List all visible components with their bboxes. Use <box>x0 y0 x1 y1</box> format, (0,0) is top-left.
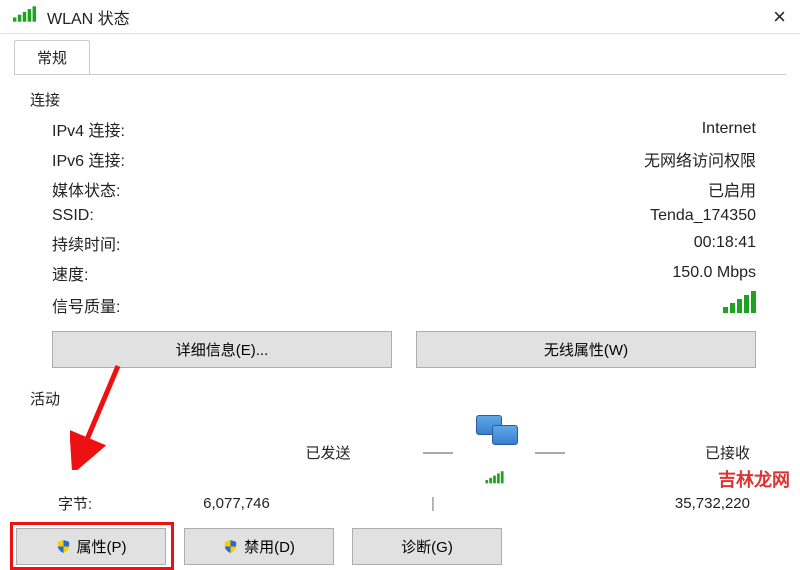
media-label: 媒体状态: <box>52 177 120 201</box>
diagnose-button[interactable]: 诊断(G) <box>352 528 502 565</box>
divider-icon: | <box>397 495 469 512</box>
wifi-icon <box>8 3 41 30</box>
wireless-properties-label: 无线属性(W) <box>544 339 628 360</box>
received-label: 已接收 <box>570 442 750 463</box>
bytes-received-value: 35,732,220 <box>509 495 750 512</box>
row-duration: 持续时间: 00:18:41 <box>52 228 756 258</box>
row-signal: 信号质量: <box>52 288 756 321</box>
bytes-sent-value: 6,077,746 <box>116 495 357 512</box>
tab-general[interactable]: 常规 <box>14 40 90 74</box>
row-ipv4: IPv4 连接: Internet <box>52 114 756 144</box>
shield-icon <box>223 539 238 554</box>
network-activity-icon <box>458 415 530 489</box>
tab-strip: 常规 <box>0 34 800 74</box>
tab-general-label: 常规 <box>37 50 67 67</box>
ssid-label: SSID: <box>52 207 94 225</box>
activity-section-title: 活动 <box>30 388 770 409</box>
speed-label: 速度: <box>52 261 88 285</box>
disable-button[interactable]: 禁用(D) <box>184 528 334 565</box>
activity-bytes-row: 字节: 6,077,746 | 35,732,220 <box>52 491 756 516</box>
speed-value: 150.0 Mbps <box>672 264 756 282</box>
connection-section-title: 连接 <box>30 89 770 110</box>
activity-header-row: 已发送 —— —— 已接收 <box>52 413 756 491</box>
title-bar: WLAN 状态 × <box>0 0 800 34</box>
ipv4-value: Internet <box>702 120 756 138</box>
details-button-label: 详细信息(E)... <box>176 339 269 360</box>
diagnose-button-label: 诊断(G) <box>401 536 453 557</box>
ipv4-label: IPv4 连接: <box>52 117 125 141</box>
window-title: WLAN 状态 <box>47 5 767 29</box>
signal-label: 信号质量: <box>52 293 120 317</box>
properties-button-label: 属性(P) <box>77 536 127 557</box>
properties-button[interactable]: 属性(P) <box>16 528 166 565</box>
sent-label: 已发送 <box>238 442 418 463</box>
ssid-value: Tenda_174350 <box>650 207 756 225</box>
row-ssid: SSID: Tenda_174350 <box>52 204 756 228</box>
connection-section: IPv4 连接: Internet IPv6 连接: 无网络访问权限 媒体状态:… <box>30 114 770 376</box>
row-ipv6: IPv6 连接: 无网络访问权限 <box>52 144 756 174</box>
ipv6-label: IPv6 连接: <box>52 147 125 171</box>
footer-buttons: 属性(P) 禁用(D) 诊断(G) <box>0 522 800 565</box>
dash-right: —— <box>530 444 570 461</box>
shield-icon <box>56 539 71 554</box>
disable-button-label: 禁用(D) <box>244 536 295 557</box>
wireless-properties-button[interactable]: 无线属性(W) <box>416 331 756 368</box>
ipv6-value: 无网络访问权限 <box>644 147 756 171</box>
duration-value: 00:18:41 <box>694 234 756 252</box>
close-button[interactable]: × <box>767 4 792 30</box>
dash-left: —— <box>418 444 458 461</box>
media-value: 已启用 <box>708 177 756 201</box>
row-media: 媒体状态: 已启用 <box>52 174 756 204</box>
activity-section: 已发送 —— —— 已接收 字节: 6,077,746 | 35,732,220 <box>30 413 770 516</box>
connection-buttons: 详细信息(E)... 无线属性(W) <box>52 331 756 368</box>
row-speed: 速度: 150.0 Mbps <box>52 258 756 288</box>
watermark-text: 吉林龙网 <box>718 466 790 492</box>
duration-label: 持续时间: <box>52 231 120 255</box>
bytes-label: 字节: <box>58 493 116 514</box>
signal-bars-icon <box>723 291 756 318</box>
annotation-arrow-icon <box>70 360 130 470</box>
